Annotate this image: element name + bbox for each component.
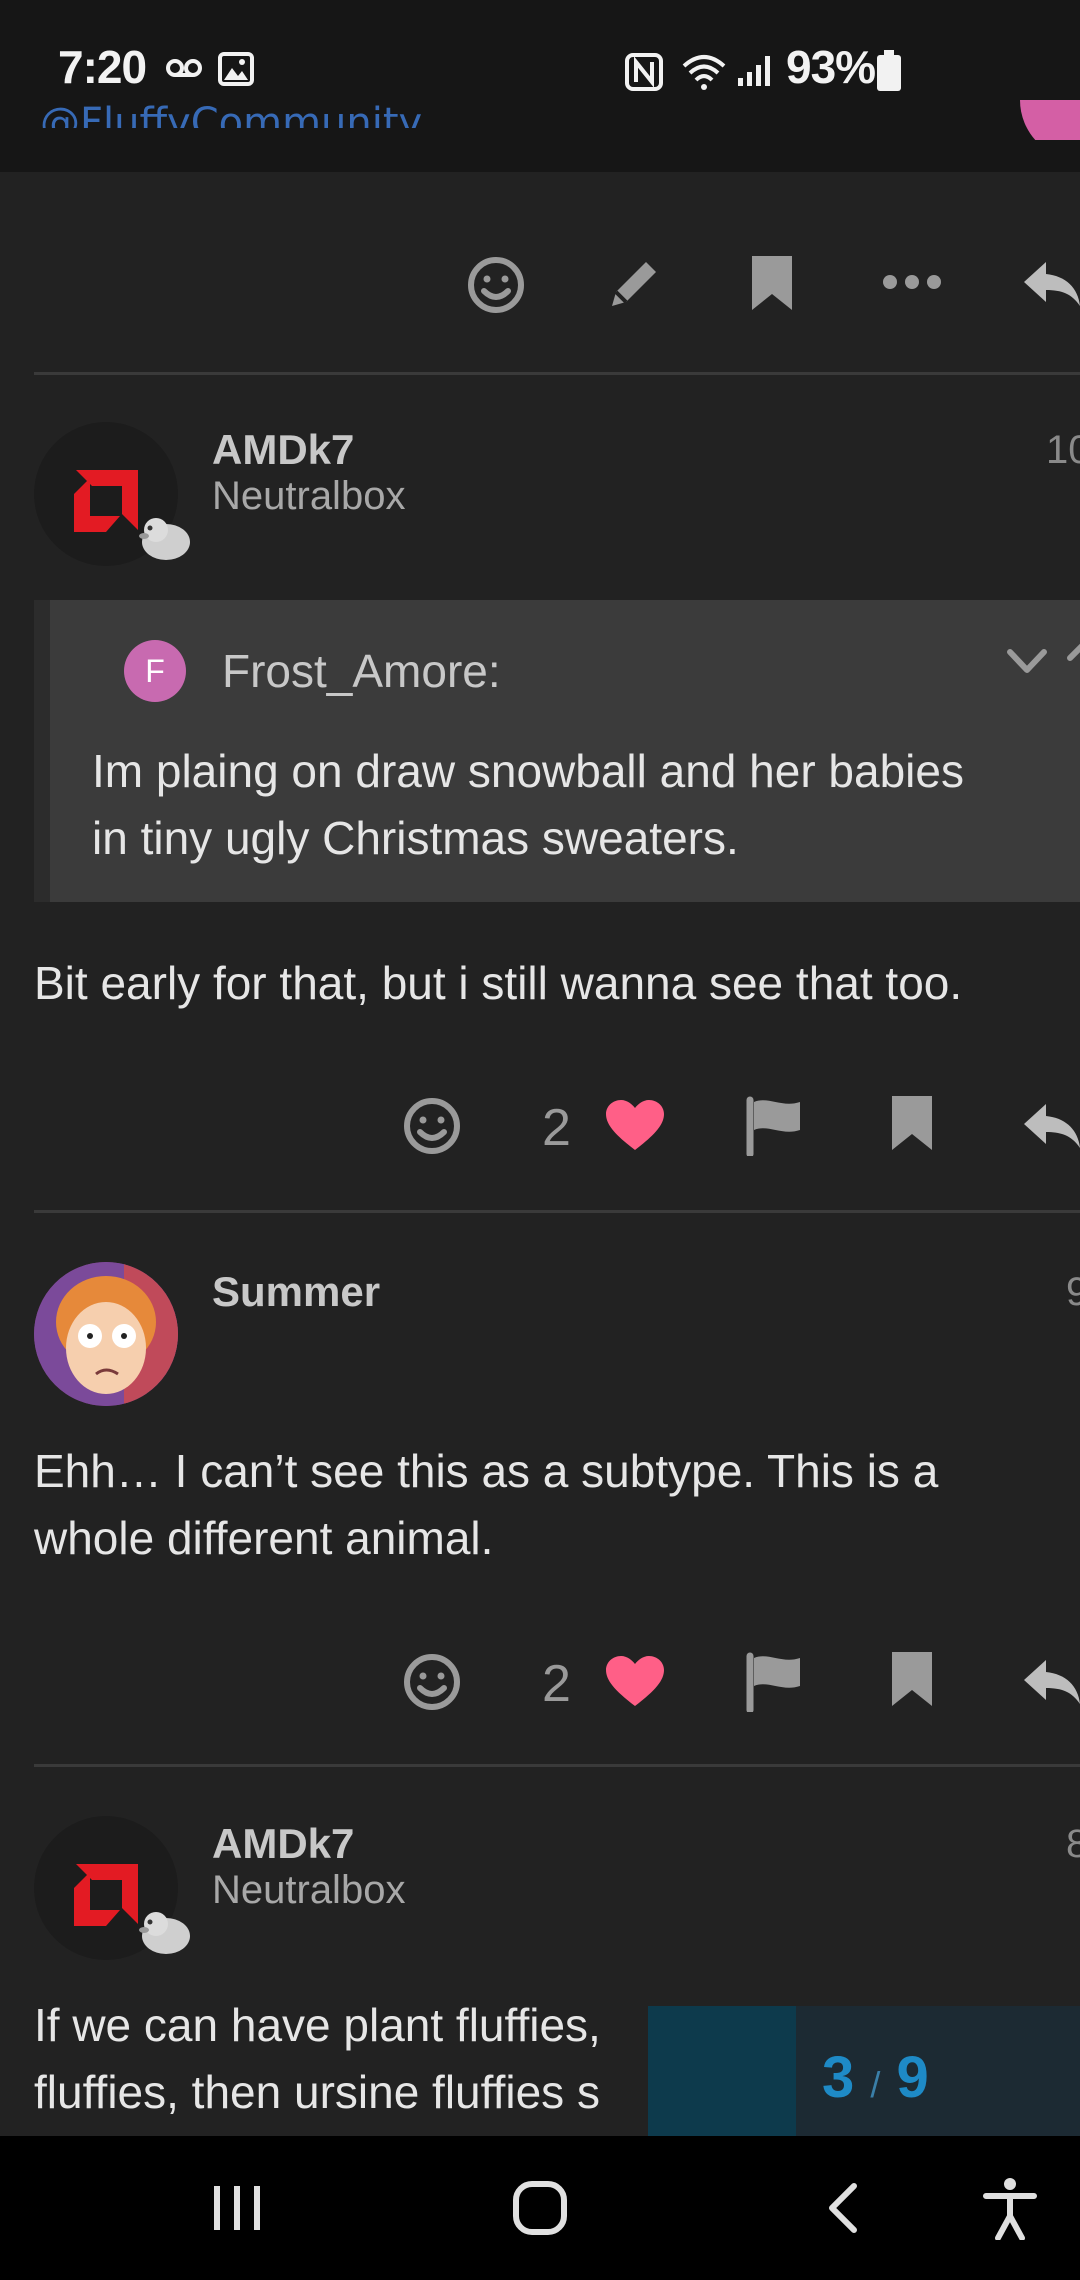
arrow-up-icon[interactable] <box>1066 636 1080 680</box>
partial-header-text: @FluffyCommunity <box>40 100 423 128</box>
flag-icon[interactable] <box>744 1652 806 1712</box>
battery-percent: 93% <box>786 41 876 93</box>
post-user-title: Neutralbox <box>212 1868 406 1912</box>
back-icon[interactable] <box>824 2182 860 2234</box>
post-divider <box>34 1210 1080 1213</box>
post-body: Bit early for that, but i still wanna se… <box>34 950 1080 1017</box>
progress-separator: / <box>870 2064 881 2105</box>
badge-fluffy-icon <box>139 1912 190 1954</box>
heart-icon[interactable] <box>604 1654 666 1710</box>
post-body-line: Ehh… I can’t see this as a subtype. This… <box>34 1445 939 1497</box>
topic-progress-label: 3 / 9 <box>822 2044 929 2111</box>
battery-icon <box>877 50 901 91</box>
post-body-line: whole different animal. <box>34 1512 494 1564</box>
post-username[interactable]: AMDk7 <box>212 1820 354 1868</box>
post-date[interactable]: 8 <box>1066 1822 1080 1867</box>
smile-icon[interactable] <box>466 255 526 315</box>
progress-total: 9 <box>896 2045 929 2110</box>
post-date[interactable]: 10 <box>1046 428 1080 473</box>
avatar[interactable] <box>34 1262 178 1406</box>
voicemail-icon <box>166 59 202 77</box>
quote-author[interactable]: Frost_Amore: <box>222 644 501 698</box>
more-icon[interactable] <box>882 270 942 294</box>
like-count: 2 <box>542 1655 571 1713</box>
post-date[interactable]: 9 <box>1066 1270 1080 1315</box>
signal-icon <box>738 56 770 86</box>
post-username[interactable]: Summer <box>212 1268 380 1316</box>
post-body-line: Bit early for that, but i still wanna se… <box>34 957 963 1009</box>
summer-avatar-icon <box>34 1262 178 1406</box>
bookmark-icon[interactable] <box>888 1094 938 1154</box>
accessibility-icon[interactable] <box>982 2176 1038 2240</box>
post-divider <box>34 372 1080 375</box>
like-count: 2 <box>542 1099 571 1157</box>
quote-block: F Frost_Amore: Im plaing on draw snowbal… <box>34 600 1080 902</box>
quote-avatar: F <box>124 640 186 702</box>
wifi-icon <box>682 55 726 90</box>
reply-icon[interactable] <box>1020 256 1080 312</box>
home-icon[interactable] <box>512 2180 568 2236</box>
post-actions: 2 <box>0 1626 1080 1736</box>
flag-icon[interactable] <box>744 1096 806 1156</box>
bookmark-icon[interactable] <box>888 1650 938 1710</box>
post-actions-previous <box>0 230 1080 340</box>
pencil-icon[interactable] <box>602 252 666 316</box>
post-divider <box>34 1764 1080 1767</box>
progress-current: 3 <box>822 2045 855 2110</box>
post-summer: Summer 9 <box>0 1260 1080 1420</box>
topic-progress-fill <box>648 2006 796 2136</box>
post-actions: 2 <box>0 1070 1080 1180</box>
status-bar: 7:20 93% <box>0 0 1080 172</box>
user-avatar-partial[interactable] <box>1004 100 1080 140</box>
post-body: Ehh… I can’t see this as a subtype. This… <box>34 1438 1080 1572</box>
chevron-down-icon[interactable] <box>1006 646 1048 676</box>
post-amdk7: AMDk7 Neutralbox 8 <box>0 1814 1080 1974</box>
smile-icon[interactable] <box>402 1652 462 1712</box>
smile-icon[interactable] <box>402 1096 462 1156</box>
status-time: 7:20 <box>58 41 147 93</box>
bookmark-icon[interactable] <box>748 254 798 314</box>
system-nav-bar <box>0 2136 1080 2280</box>
quote-line: Im plaing on draw snowball and her babie… <box>92 745 964 797</box>
quote-line: in tiny ugly Christmas sweaters. <box>92 812 739 864</box>
badge-fluffy-icon <box>139 518 190 560</box>
quote-text: Im plaing on draw snowball and her babie… <box>92 738 1080 872</box>
heart-icon[interactable] <box>604 1098 666 1154</box>
nfc-icon <box>625 53 663 91</box>
post-username[interactable]: AMDk7 <box>212 426 354 474</box>
reply-icon[interactable] <box>1020 1098 1080 1154</box>
post-user-title: Neutralbox <box>212 474 406 518</box>
reply-icon[interactable] <box>1020 1654 1080 1710</box>
gallery-icon <box>218 52 254 86</box>
recent-apps-icon[interactable] <box>212 2182 262 2234</box>
